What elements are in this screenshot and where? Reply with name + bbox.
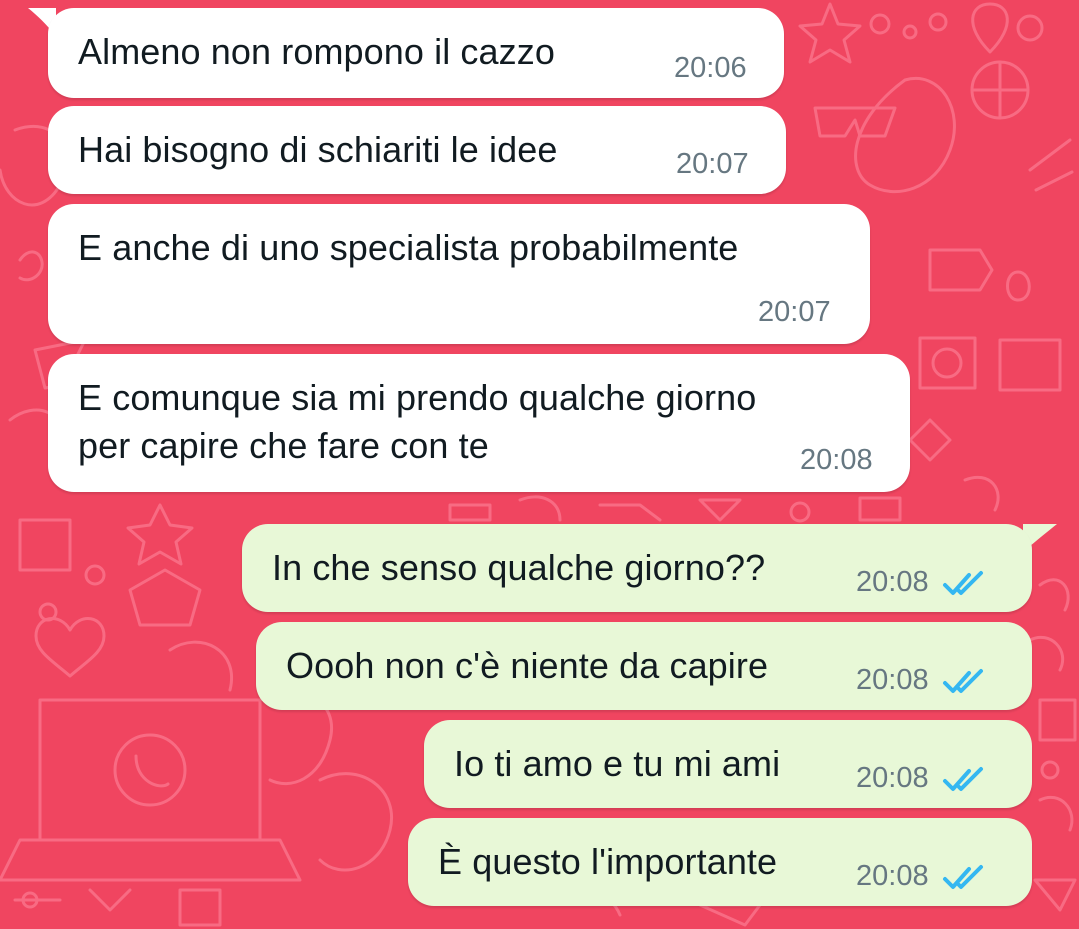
message-time: 20:07 (676, 148, 749, 180)
message-time: 20:06 (674, 52, 747, 84)
message-meta: 20:08 (856, 762, 989, 795)
message-time: 20:07 (758, 296, 831, 328)
message-text: Hai bisogno di schiariti le idee (78, 129, 558, 170)
message-text: In che senso qualche giorno?? (272, 547, 766, 588)
outgoing-message[interactable]: Io ti amo e tu mi ami 20:08 (424, 720, 1032, 808)
outgoing-message[interactable]: È questo l'importante 20:08 (408, 818, 1032, 906)
message-meta: 20:08 (800, 444, 873, 477)
message-meta: 20:08 (856, 860, 989, 893)
message-time: 20:08 (856, 762, 929, 794)
message-text: È questo l'importante (438, 841, 778, 882)
double-check-read-icon (942, 766, 983, 791)
incoming-message[interactable]: Almeno non rompono il cazzo 20:06 (48, 8, 784, 98)
message-time: 20:08 (856, 664, 929, 696)
double-check-read-icon (942, 668, 983, 693)
message-time: 20:08 (800, 444, 873, 476)
message-meta: 20:08 (856, 566, 989, 599)
incoming-message[interactable]: Hai bisogno di schiariti le idee 20:07 (48, 106, 786, 194)
message-time: 20:08 (856, 860, 929, 892)
message-time: 20:08 (856, 566, 929, 598)
incoming-message[interactable]: E anche di uno specialista probabilmente… (48, 204, 870, 344)
double-check-read-icon (942, 864, 983, 889)
double-check-read-icon (942, 570, 983, 595)
outgoing-message[interactable]: Oooh non c'è niente da capire 20:08 (256, 622, 1032, 710)
message-meta: 20:06 (674, 52, 747, 85)
incoming-message[interactable]: E comunque sia mi prendo qualche giorno … (48, 354, 910, 492)
message-text: Oooh non c'è niente da capire (286, 645, 769, 686)
message-text-line: per capire che fare con te (78, 425, 489, 466)
message-meta: 20:07 (758, 296, 831, 329)
message-meta: 20:08 (856, 664, 989, 697)
message-text: Io ti amo e tu mi ami (454, 743, 781, 784)
message-text-line: E comunque sia mi prendo qualche giorno (78, 377, 757, 418)
chat-conversation[interactable]: Almeno non rompono il cazzo 20:06 Hai bi… (0, 0, 1079, 929)
message-meta: 20:07 (676, 148, 749, 181)
message-text: E anche di uno specialista probabilmente (78, 227, 739, 268)
outgoing-message[interactable]: In che senso qualche giorno?? 20:08 (242, 524, 1032, 612)
message-text: Almeno non rompono il cazzo (78, 31, 555, 72)
